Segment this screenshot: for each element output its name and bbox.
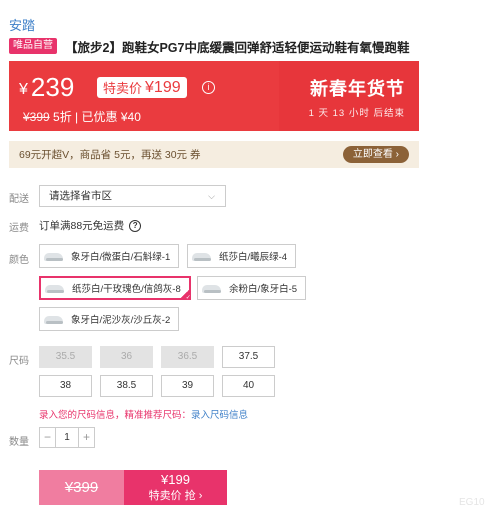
check-icon	[178, 288, 191, 301]
sale-price-label: 特卖价	[103, 81, 143, 96]
color-option-label: 象牙白/微蛋白/石斛绿-1	[71, 252, 171, 263]
brand-link[interactable]: 安踏	[9, 15, 35, 34]
quantity-stepper: − 1 +	[39, 427, 95, 448]
original-price: ¥399	[23, 110, 50, 124]
sale-price-value: ¥199	[145, 78, 181, 96]
chevron-down-icon: ⌵	[208, 191, 215, 201]
currency-symbol: ¥	[19, 81, 28, 98]
buy-now-button[interactable]: ¥199 特卖价 抢 ›	[124, 470, 227, 505]
size-option-disabled: 36	[100, 346, 153, 368]
product-title-row: 唯品自营 【旅步2】跑鞋女PG7中底缓震回弹舒适轻便运动鞋有氧慢跑鞋	[9, 38, 419, 55]
color-option[interactable]: 纸莎白/曦辰绿-4	[187, 244, 297, 268]
original-price-strike: ¥399	[64, 479, 99, 496]
quantity-input[interactable]: 1	[55, 428, 79, 447]
sale-price-tag: 特卖价 ¥199	[97, 77, 187, 98]
color-option-label: 余粉白/象牙白-5	[229, 284, 298, 295]
color-option-label: 象牙白/泥沙灰/沙丘灰-2	[71, 315, 171, 326]
size-option-disabled: 36.5	[161, 346, 214, 368]
region-select-placeholder: 请选择省市区	[49, 190, 112, 202]
freight-label: 运费	[9, 223, 29, 234]
size-option[interactable]: 38	[39, 375, 92, 397]
region-select[interactable]: 请选择省市区 ⌵	[39, 185, 226, 207]
watermark: EG10	[459, 497, 485, 508]
coupon-bar: 69元开超V，商品省 5元，再送 30元 券 立即查看 ›	[9, 141, 419, 168]
buy-sale-label: 特卖价 抢 ›	[148, 490, 203, 502]
view-now-button[interactable]: 立即查看 ›	[342, 146, 409, 163]
size-option[interactable]: 37.5	[222, 346, 275, 368]
coupon-text: 69元开超V，商品省 5元，再送 30元 券	[19, 149, 201, 161]
decrease-button[interactable]: −	[40, 428, 55, 447]
color-option[interactable]: 象牙白/泥沙灰/沙丘灰-2	[39, 307, 180, 331]
increase-button[interactable]: +	[79, 428, 94, 447]
size-info-link[interactable]: 录入尺码信息	[191, 410, 248, 421]
size-option-disabled: 35.5	[39, 346, 92, 368]
color-label: 颜色	[9, 255, 29, 266]
question-icon[interactable]: ?	[129, 219, 142, 232]
size-option[interactable]: 39	[161, 375, 214, 397]
price-detail: ¥399 5折 | 已优惠 ¥40	[23, 108, 141, 125]
original-price-button[interactable]: ¥399	[39, 470, 124, 505]
countdown-timer: 1 天 13 小时 后结束	[308, 108, 405, 119]
price-banner: ¥ 239 特卖价 ¥199 i ¥399 5折 | 已优惠 ¥40 新春年货节…	[9, 61, 419, 131]
shoe-thumbnail-icon	[201, 279, 222, 297]
buy-sale-price: ¥199	[161, 472, 190, 487]
shoe-thumbnail-icon	[43, 247, 64, 265]
size-tip: 录入您的尺码信息，精准推荐尺码：录入尺码信息	[39, 407, 248, 421]
festival-title: 新春年货节	[310, 79, 405, 99]
color-option-selected[interactable]: 纸莎白/干玫瑰色/信鸽灰-8	[39, 276, 191, 301]
info-icon[interactable]: i	[202, 81, 215, 94]
discount-text: 5折 | 已优惠 ¥40	[53, 110, 141, 124]
size-tip-text: 录入您的尺码信息，精准推荐尺码：	[39, 410, 192, 421]
color-option[interactable]: 余粉白/象牙白-5	[197, 276, 307, 300]
product-title: 【旅步2】跑鞋女PG7中底缓震回弹舒适轻便运动鞋有氧慢跑鞋	[65, 40, 410, 55]
shoe-thumbnail-icon	[43, 310, 64, 328]
freight-text: 订单满88元免运费	[39, 220, 125, 232]
current-price: ¥ 239	[19, 73, 74, 101]
color-option[interactable]: 象牙白/微蛋白/石斛绿-1	[39, 244, 180, 268]
size-label: 尺码	[9, 356, 29, 367]
size-option[interactable]: 40	[222, 375, 275, 397]
delivery-label: 配送	[9, 194, 29, 205]
color-option-label: 纸莎白/曦辰绿-4	[219, 252, 288, 263]
quantity-label: 数量	[9, 437, 29, 448]
self-operated-badge: 唯品自营	[9, 38, 57, 54]
size-option[interactable]: 38.5	[100, 375, 153, 397]
color-option-label: 纸莎白/干玫瑰色/信鸽灰-8	[72, 284, 181, 295]
shoe-thumbnail-icon	[44, 279, 65, 297]
shoe-thumbnail-icon	[191, 247, 212, 265]
freight-info: 订单满88元免运费 ?	[39, 218, 142, 233]
current-price-value: 239	[30, 72, 75, 102]
